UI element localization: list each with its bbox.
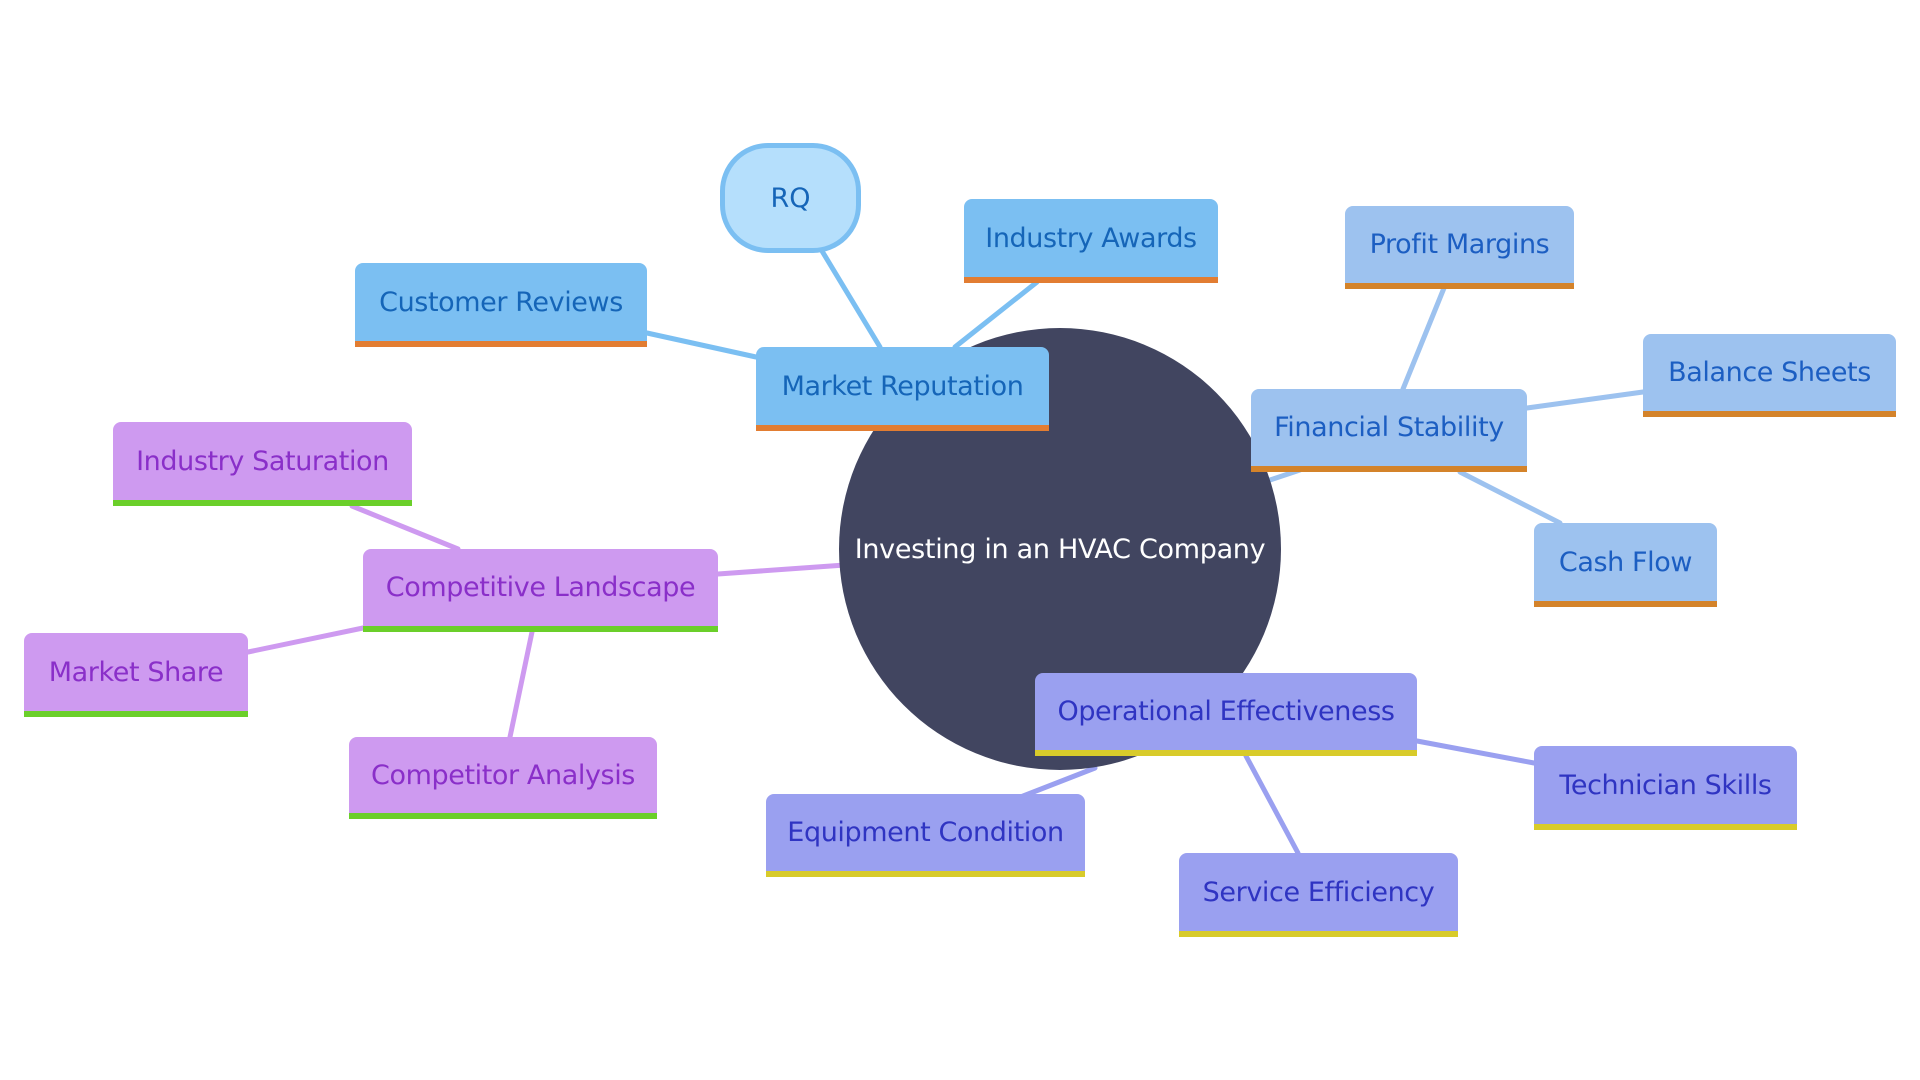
- node-market-share[interactable]: Market Share: [24, 633, 248, 717]
- node-industry-saturation[interactable]: Industry Saturation: [113, 422, 412, 506]
- node-label: Equipment Condition: [787, 817, 1064, 848]
- node-profit-margins[interactable]: Profit Margins: [1345, 206, 1574, 289]
- node-rq[interactable]: RQ: [720, 143, 861, 253]
- node-label: Cash Flow: [1558, 546, 1693, 578]
- node-equipment-condition[interactable]: Equipment Condition: [766, 794, 1085, 877]
- node-financial-stability[interactable]: Financial Stability: [1251, 389, 1527, 472]
- node-label: Balance Sheets: [1668, 357, 1871, 388]
- node-label: Market Reputation: [781, 370, 1024, 402]
- node-label: Industry Saturation: [136, 445, 389, 477]
- node-label: RQ: [770, 182, 811, 214]
- node-competitive-landscape[interactable]: Competitive Landscape: [363, 549, 718, 632]
- node-label: Service Efficiency: [1202, 876, 1435, 908]
- edge-root-competitive-landscape: [715, 562, 848, 577]
- node-label: Competitive Landscape: [385, 572, 696, 603]
- node-label: Industry Awards: [985, 222, 1197, 254]
- node-competitor-analysis[interactable]: Competitor Analysis: [349, 737, 657, 819]
- edge-competitive-landscape-industry-saturation: [349, 503, 461, 552]
- node-market-reputation[interactable]: Market Reputation: [756, 347, 1049, 431]
- node-balance-sheets[interactable]: Balance Sheets: [1643, 334, 1896, 417]
- node-label: Technician Skills: [1559, 769, 1772, 801]
- node-service-efficiency[interactable]: Service Efficiency: [1179, 853, 1458, 937]
- node-label: Market Share: [48, 656, 224, 688]
- node-label: Profit Margins: [1369, 229, 1550, 260]
- edge-competitive-landscape-market-share: [245, 625, 366, 655]
- root-label: Investing in an HVAC Company: [854, 533, 1266, 565]
- edge-operational-effectiveness-service-efficiency: [1243, 753, 1301, 856]
- edge-financial-stability-balance-sheets: [1524, 389, 1646, 411]
- edge-operational-effectiveness-technician-skills: [1414, 738, 1537, 766]
- node-operational-effectiveness[interactable]: Operational Effectiveness: [1035, 673, 1417, 756]
- node-label: Customer Reviews: [379, 286, 623, 318]
- node-label: Competitor Analysis: [371, 759, 635, 791]
- edge-market-reputation-rq: [819, 248, 883, 350]
- node-label: Financial Stability: [1274, 412, 1504, 443]
- node-cash-flow[interactable]: Cash Flow: [1534, 523, 1717, 607]
- node-technician-skills[interactable]: Technician Skills: [1534, 746, 1797, 830]
- edge-financial-stability-cash-flow: [1457, 469, 1563, 526]
- edge-market-reputation-customer-reviews: [644, 330, 759, 360]
- node-label: Operational Effectiveness: [1057, 696, 1395, 727]
- node-industry-awards[interactable]: Industry Awards: [964, 199, 1218, 283]
- edge-financial-stability-profit-margins: [1400, 285, 1447, 392]
- edge-competitive-landscape-competitor-analysis: [507, 629, 535, 740]
- node-customer-reviews[interactable]: Customer Reviews: [355, 263, 647, 347]
